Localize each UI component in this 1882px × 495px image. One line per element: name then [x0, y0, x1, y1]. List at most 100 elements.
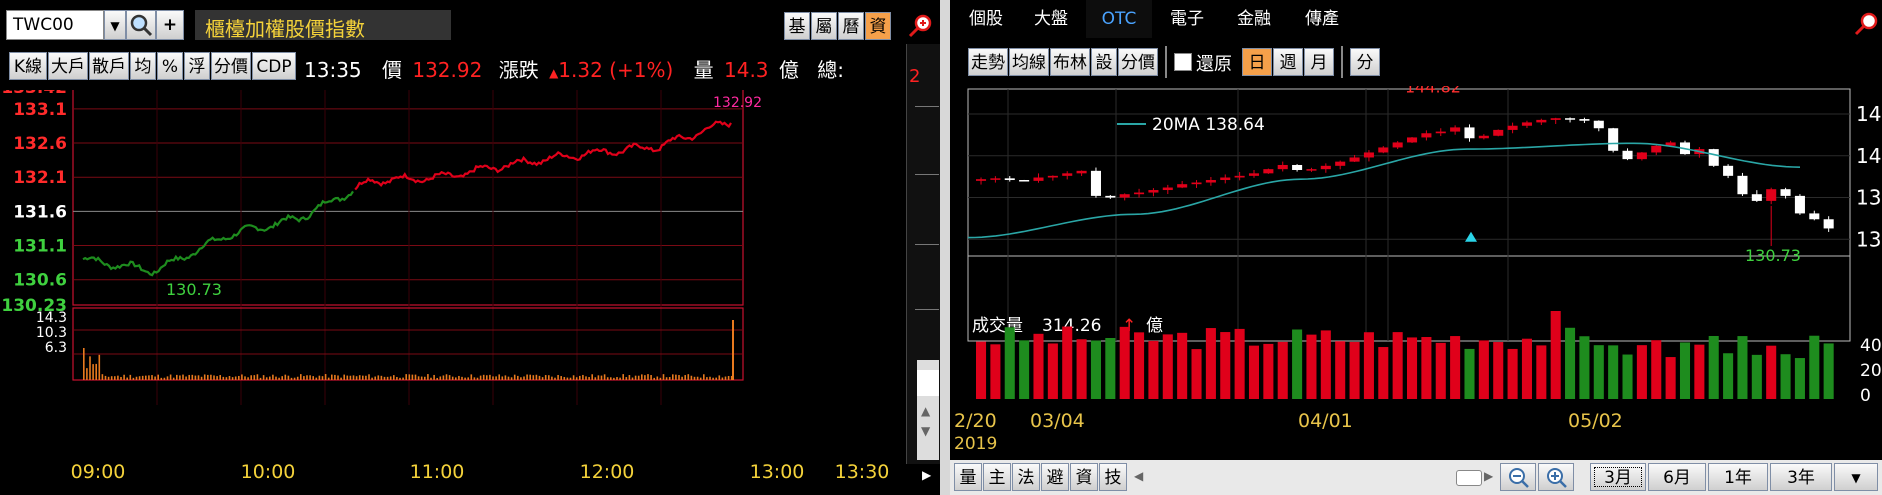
volume-bar	[179, 375, 181, 380]
volume-bar	[557, 374, 559, 380]
volume-bar	[563, 376, 566, 380]
tab-finance[interactable]: 金融	[1222, 0, 1286, 38]
price-tick-label: 132.1	[13, 168, 67, 188]
volume-bar	[1478, 340, 1489, 399]
pane-divider[interactable]	[940, 0, 950, 495]
volume-value: 14.3	[724, 58, 769, 82]
symbol-dropdown-icon[interactable]: ▼	[104, 10, 126, 40]
range-3y-button[interactable]: 3年	[1770, 463, 1832, 491]
weekly-button[interactable]: 週	[1273, 48, 1303, 76]
volume-bar	[575, 377, 578, 380]
attributes-button[interactable]: 屬	[811, 12, 837, 40]
candle-body	[1550, 118, 1561, 120]
scroll-right-icon[interactable]: ▶	[1484, 469, 1493, 483]
monthly-button[interactable]: 月	[1304, 48, 1334, 76]
moving-average-button[interactable]: 均線	[1009, 48, 1049, 76]
intraday-price-axis: 133.42133.1132.6132.1131.6131.1130.6130.…	[1, 90, 67, 316]
side-scrollbar[interactable]: ▲ ▼	[917, 360, 939, 460]
zoom-icon[interactable]	[906, 12, 934, 40]
main-force-button[interactable]: 主	[983, 463, 1011, 491]
range-3m-button[interactable]: 3月	[1590, 463, 1646, 491]
volume-bar	[1536, 345, 1547, 399]
volume-bar	[532, 375, 535, 380]
volume-bar	[371, 377, 373, 380]
candle-body	[1177, 184, 1188, 188]
symbol-input[interactable]: TWC00	[6, 10, 104, 40]
volume-bar	[309, 375, 311, 380]
float-button[interactable]: 浮	[184, 52, 210, 80]
volume-bar	[600, 375, 603, 380]
volume-bar	[436, 377, 438, 380]
side-panel: 2 ▲ ▼	[906, 44, 940, 464]
bollinger-button[interactable]: 布林	[1050, 48, 1090, 76]
zoom-icon[interactable]	[1852, 10, 1880, 38]
info-button[interactable]: 資	[865, 12, 891, 40]
kline-date-axis: 2/20 03/04 04/01 05/02	[954, 410, 1623, 432]
volume-bar	[637, 375, 640, 380]
minute-button[interactable]: 分	[1350, 48, 1380, 76]
time-tick-label: 13:30	[835, 461, 890, 483]
volume-bar	[668, 377, 671, 380]
percent-button[interactable]: %	[157, 52, 183, 80]
candle-body	[1407, 137, 1418, 143]
candle-body	[1651, 145, 1662, 153]
volume-bar	[724, 376, 727, 380]
scroll-right-icon[interactable]: ▶	[922, 468, 931, 482]
calendar-button[interactable]: 曆	[838, 12, 864, 40]
settings-button[interactable]: 設	[1091, 48, 1117, 76]
tab-otc[interactable]: OTC	[1086, 0, 1152, 38]
price-distribution-button[interactable]: 分價	[1118, 48, 1158, 76]
tab-traditional[interactable]: 傳產	[1290, 0, 1354, 38]
volume-bar	[349, 375, 352, 380]
volume-bar	[340, 377, 342, 380]
candle-body	[1708, 149, 1719, 166]
volume-indicator-button[interactable]: 量	[954, 463, 982, 491]
range-1y-button[interactable]: 1年	[1708, 463, 1768, 491]
scroll-up-icon[interactable]: ▲	[921, 404, 930, 418]
tab-electronics[interactable]: 電子	[1156, 0, 1218, 38]
volume-bar	[523, 376, 525, 380]
volume-title: 成交量	[972, 316, 1023, 336]
tab-stock[interactable]: 個股	[956, 0, 1016, 38]
candle-body	[1062, 173, 1073, 176]
range-6m-button[interactable]: 6月	[1648, 463, 1706, 491]
scroll-thumb[interactable]	[1456, 470, 1482, 486]
hedge-button[interactable]: 避	[1041, 463, 1069, 491]
technical-button[interactable]: 技	[1099, 463, 1127, 491]
trend-button[interactable]: 走勢	[968, 48, 1008, 76]
volume-bar	[126, 377, 128, 380]
time-tick-label: 11:00	[410, 461, 465, 483]
margin-button[interactable]: 資	[1070, 463, 1098, 491]
price-distribution-button[interactable]: 分價	[211, 52, 251, 80]
volume-bar	[541, 377, 544, 380]
scroll-thumb[interactable]	[917, 370, 939, 396]
volume-label: 量	[693, 58, 714, 82]
price-label: 價	[382, 58, 402, 82]
kline-button[interactable]: K線	[9, 52, 47, 80]
range-dropdown-icon[interactable]: ▼	[1834, 463, 1878, 491]
scroll-left-icon[interactable]: ◀	[1134, 469, 1143, 483]
major-holder-button[interactable]: 大戶	[48, 52, 88, 80]
volume-bar	[1191, 349, 1202, 399]
volume-bar	[1335, 341, 1346, 399]
retail-holder-button[interactable]: 散戶	[89, 52, 129, 80]
zoom-in-icon[interactable]	[1538, 463, 1574, 491]
volume-bar	[513, 374, 516, 380]
volume-bar	[529, 374, 531, 380]
volume-bar	[145, 375, 147, 380]
zoom-out-icon[interactable]	[1500, 463, 1536, 491]
scroll-down-icon[interactable]: ▼	[921, 424, 930, 438]
tab-market[interactable]: 大盤	[1020, 0, 1082, 38]
index-name-box: 櫃檯加權股價指數	[195, 10, 451, 41]
volume-bar	[672, 374, 674, 380]
add-icon[interactable]: +	[156, 10, 184, 40]
fundamentals-button[interactable]: 基	[784, 12, 810, 40]
average-button[interactable]: 均	[130, 52, 156, 80]
restore-checkbox[interactable]	[1174, 53, 1192, 71]
cdp-button[interactable]: CDP	[252, 52, 296, 80]
volume-bar	[244, 376, 246, 380]
daily-button[interactable]: 日	[1242, 48, 1272, 76]
institutional-button[interactable]: 法	[1012, 463, 1040, 491]
volume-bar	[1679, 342, 1691, 399]
search-icon[interactable]	[126, 10, 156, 40]
